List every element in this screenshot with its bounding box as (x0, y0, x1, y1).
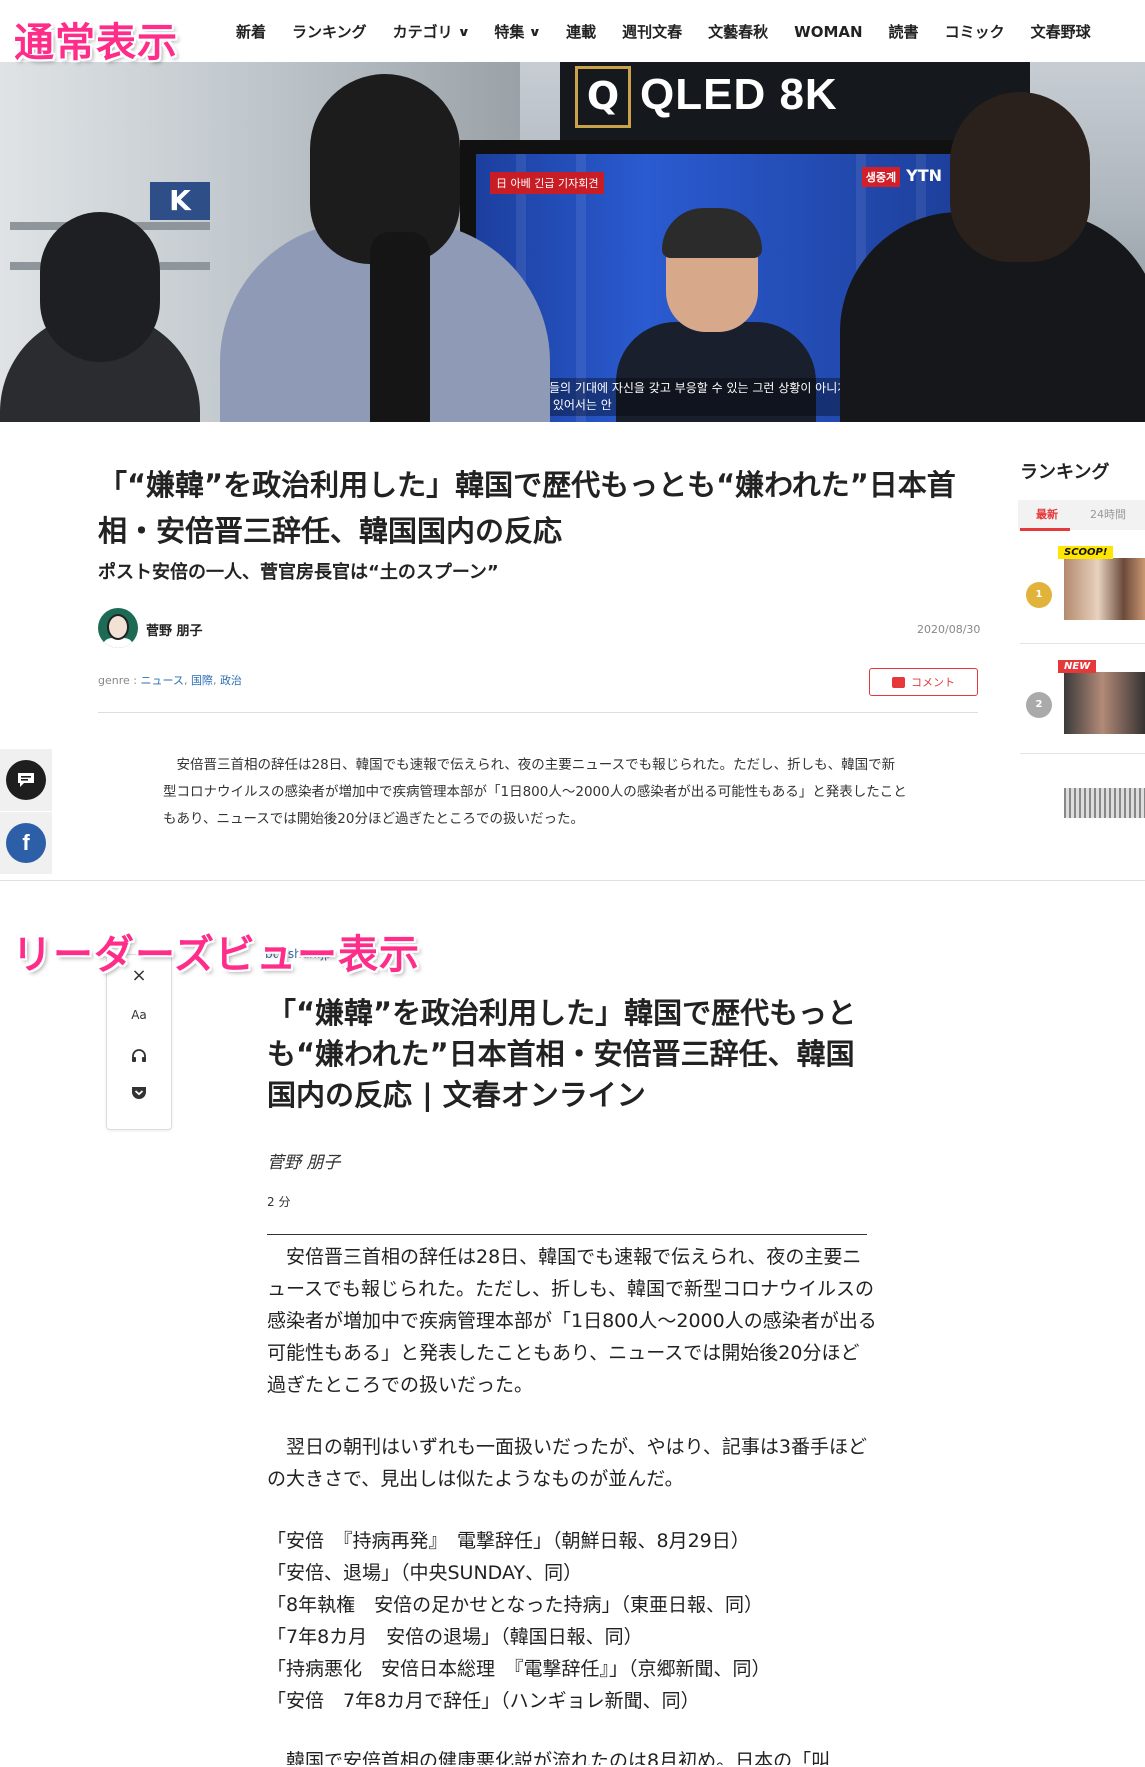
headline-quote: 「7年8カ月 安倍の退場」（韓国日報、同） (267, 1626, 643, 1648)
genre-tag[interactable]: ニュース (140, 674, 183, 687)
ranking-item[interactable]: 2 NEW (1020, 644, 1145, 754)
author-avatar[interactable] (98, 608, 138, 648)
divider (98, 712, 978, 713)
headline-quote: 「8年執権 安倍の足かせとなった持病」（東亜日報、同） (267, 1594, 764, 1616)
author-name[interactable]: 菅野 朋子 (146, 620, 203, 639)
reader-view-panel: bunshun.jp × Aa 「“嫌韓”を政治利用した」韓国で歴代もっとも“嫌… (0, 881, 1145, 1767)
nav-item[interactable]: ランキング (292, 21, 367, 42)
ranking-tabs: 最新 24時間 (1018, 500, 1145, 530)
article-title: 「“嫌韓”を政治利用した」韓国で歴代もっとも“嫌われた”日本首相・安倍晋三辞任、… (98, 468, 956, 548)
nav-item[interactable]: 新着 (236, 21, 266, 42)
chevron-down-icon: ∨ (457, 24, 470, 39)
nav-item[interactable]: 連載 (566, 21, 596, 42)
genre-list: genre : ニュース, 国際, 政治 (98, 674, 242, 687)
chevron-down-icon: ∨ (528, 24, 542, 39)
article-subtitle: ポスト安倍の一人、菅官房長官は“土のスプーン” (98, 562, 499, 583)
comment-icon (892, 676, 905, 688)
nav-item[interactable]: 特集 ∨ (494, 21, 542, 42)
ranking-title: ランキング (1020, 462, 1110, 483)
article-header: 「“嫌韓”を政治利用した」韓国で歴代もっとも“嫌われた”日本首相・安倍晋三辞任、… (0, 422, 1145, 880)
reader-author: 菅野 朋子 (267, 1153, 341, 1173)
nav-item-label: 新着 (236, 23, 267, 41)
hero-image: K Q QLED 8K 日 아베 긴급 기자회견 생중계 YTN 국민 여러분들의… (0, 62, 1145, 422)
social-comment[interactable] (0, 749, 52, 811)
ytn-logo: 생중계 YTN (861, 166, 942, 187)
comment-label: コメント (911, 676, 955, 689)
pocket-icon[interactable] (107, 1075, 171, 1111)
genre-tag[interactable]: 政治 (220, 674, 242, 687)
backpack-strap (370, 232, 430, 422)
nav-item-label: 特集 (494, 23, 525, 41)
reader-paragraph-cutoff: 韓国で安倍首相の健康悪化説が流れたのは8月初め。日本の「叫 (267, 1750, 831, 1765)
ranking-thumbnail (1064, 672, 1145, 734)
reader-view-label: リーダーズビュー表示 (12, 932, 420, 978)
rank-1-badge: 1 (1026, 582, 1052, 608)
tab-latest[interactable]: 最新 (1036, 506, 1058, 522)
reader-title: 「“嫌韓”を政治利用した」韓国で歴代もっとも“嫌われた”日本首相・安倍晋三辞任、… (267, 996, 857, 1112)
qled-logo: Q (575, 66, 631, 128)
ranking-item[interactable] (1020, 754, 1145, 864)
headphones-icon[interactable] (107, 1037, 171, 1073)
active-tab-indicator (1020, 528, 1070, 531)
nav-item-label: ランキング (292, 23, 367, 41)
qled-text: QLED 8K (640, 70, 838, 119)
headline-quote: 「安倍 7年8カ月で辞任」（ハンギョレ新聞、同） (267, 1690, 700, 1712)
reader-paragraph: 安倍晋三首相の辞任は28日、韓国でも速報で伝えられ、夜の主要ニュースでも報じられ… (267, 1246, 877, 1396)
headline-quote: 「持病悪化 安倍日本総理 『電撃辞任』」（京郷新聞、同） (267, 1658, 771, 1680)
social-facebook[interactable]: f (0, 812, 52, 874)
nav-item[interactable]: 読書 (889, 21, 919, 42)
nav-item-label: 連載 (566, 23, 597, 41)
nav-item-label: 文春野球 (1030, 23, 1091, 41)
nav-menu: 新着 ランキング カテゴリ ∨ 特集 ∨ 連載 週刊文春 文藝春秋 WOMAN 読書 コミック 文春野球 (236, 21, 1117, 42)
person-silhouette (950, 92, 1090, 262)
store-sign: K (150, 182, 210, 220)
genre-tag[interactable]: 国際 (191, 674, 213, 687)
nav-item[interactable]: カテゴリ ∨ (392, 21, 470, 42)
tab-24h[interactable]: 24時間 (1090, 506, 1126, 522)
facebook-icon[interactable]: f (6, 823, 46, 863)
reader-body: 安倍晋三首相の辞任は28日、韓国でも速報で伝えられ、夜の主要ニュースでも報じられ… (267, 1241, 877, 1717)
nav-item-label: カテゴリ (392, 23, 453, 41)
person-silhouette (40, 212, 160, 362)
nav-item-label: 読書 (888, 23, 919, 41)
nav-item[interactable]: 文春野球 (1031, 21, 1091, 42)
headline-quote: 「安倍、退場」（中央SUNDAY、同） (267, 1562, 583, 1584)
article-body: 安倍晋三首相の辞任は28日、韓国でも速報で伝えられ、夜の主要ニュースでも報じられ… (163, 757, 907, 827)
tv-news-tag: 日 아베 긴급 기자회견 (490, 172, 605, 194)
normal-view-label: 通常表示 (14, 20, 178, 66)
nav-item[interactable]: コミック (945, 21, 1005, 42)
live-badge: 생중계 (861, 167, 901, 187)
publish-date: 2020/08/30 (917, 623, 981, 636)
nav-item[interactable]: 文藝春秋 (708, 21, 768, 42)
ranking-thumbnail (1064, 558, 1145, 620)
headline-quote: 「安倍 『持病再発』 電撃辞任」（朝鮮日報、8月29日） (267, 1530, 750, 1552)
scoop-tag: SCOOP! (1058, 546, 1114, 559)
nav-item-label: 文藝春秋 (708, 23, 769, 41)
nav-item[interactable]: 週刊文春 (622, 21, 682, 42)
comment-button[interactable]: コメント (869, 668, 978, 696)
comment-bubble-icon[interactable] (6, 760, 46, 800)
reader-toolbar: × Aa (106, 954, 172, 1130)
divider (267, 1234, 867, 1235)
genre-label: genre : (98, 674, 141, 687)
reading-time: 2 分 (267, 1195, 291, 1209)
ranking-thumbnail (1064, 788, 1145, 818)
reader-paragraph: 翌日の朝刊はいずれも一面扱いだったが、やはり、記事は3番手ほどの大きさで、見出し… (267, 1436, 867, 1490)
nav-item-label: WOMAN (794, 22, 863, 41)
normal-view-panel: 新着 ランキング カテゴリ ∨ 特集 ∨ 連載 週刊文春 文藝春秋 WOMAN 読書 コミック 文春野球… (0, 0, 1145, 880)
nav-item-label: コミック (944, 23, 1005, 41)
font-settings-button[interactable]: Aa (107, 997, 171, 1033)
rank-2-badge: 2 (1026, 692, 1052, 718)
new-tag: NEW (1058, 660, 1097, 673)
ranking-item[interactable]: 1 SCOOP! (1020, 534, 1145, 644)
nav-item-label: 週刊文春 (622, 23, 683, 41)
ytn-text: YTN (906, 166, 942, 185)
nav-item[interactable]: WOMAN (794, 21, 862, 42)
